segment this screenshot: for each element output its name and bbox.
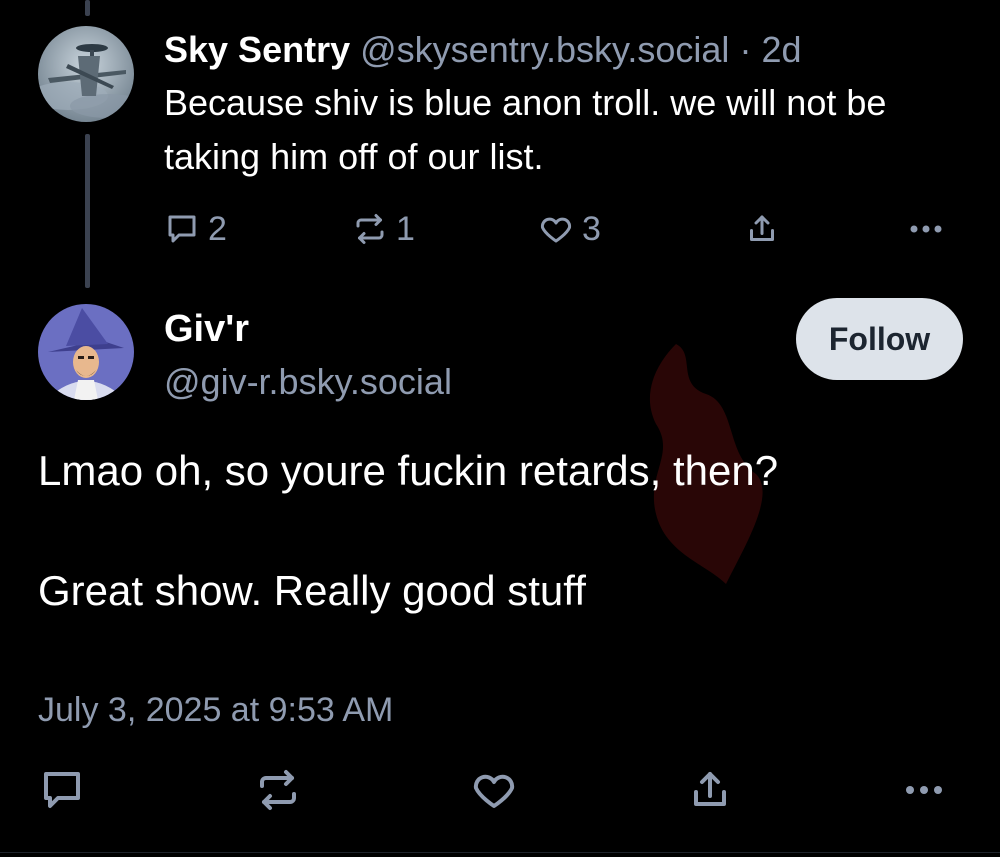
reply-action-bar: 2 1 3 [164, 204, 954, 254]
repost-icon [254, 766, 302, 814]
heart-icon [538, 211, 574, 247]
sky-sentry-avatar[interactable] [38, 26, 134, 122]
reply-repost-button[interactable]: 1 [352, 204, 415, 254]
thread-line [85, 134, 90, 288]
post-body: Lmao oh, so youre fuckin retards, then? … [38, 442, 958, 620]
ellipsis-icon [906, 211, 946, 247]
givr-avatar[interactable] [38, 304, 134, 400]
post-more-button[interactable] [900, 762, 948, 818]
post-text-line-1: Lmao oh, so youre fuckin retards, then? [38, 447, 779, 494]
post-like-button[interactable] [470, 762, 518, 818]
post-action-bar [38, 762, 958, 818]
post-repost-button[interactable] [254, 762, 302, 818]
post-text-line-2: Great show. Really good stuff [38, 567, 586, 614]
share-icon [744, 211, 780, 247]
reply-header: Sky Sentry @skysentry.bsky.social · 2d [164, 28, 964, 72]
reply-comment-count: 2 [208, 209, 227, 248]
reply-like-button[interactable]: 3 [538, 204, 601, 254]
reply-more-button[interactable] [906, 204, 946, 254]
reply-like-count: 3 [582, 209, 601, 248]
post-author-handle[interactable]: @giv-r.bsky.social [164, 360, 452, 404]
post-comment-button[interactable] [38, 762, 86, 818]
reply-repost-count: 1 [396, 209, 415, 248]
reply-comment-button[interactable]: 2 [164, 204, 227, 254]
reply-share-button[interactable] [744, 204, 780, 254]
heart-icon [470, 766, 518, 814]
comment-icon [38, 766, 86, 814]
reply-separator: · [739, 29, 752, 70]
reply-author-handle[interactable]: @skysentry.bsky.social [360, 29, 729, 70]
repost-icon [352, 211, 388, 247]
ellipsis-icon [900, 770, 948, 810]
follow-button[interactable]: Follow [796, 298, 963, 380]
post-share-button[interactable] [686, 762, 734, 818]
post-author-name[interactable]: Giv'r [164, 306, 249, 352]
divider [0, 852, 1000, 853]
thread-line-top [85, 0, 90, 16]
reply-text: Because shiv is blue anon troll. we will… [164, 82, 887, 177]
parent-reply[interactable]: Sky Sentry @skysentry.bsky.social · 2d B… [164, 28, 964, 184]
comment-icon [164, 211, 200, 247]
post-timestamp: July 3, 2025 at 9:53 AM [38, 691, 394, 729]
share-icon [686, 766, 734, 814]
reply-age: 2d [761, 29, 802, 70]
reply-author-name[interactable]: Sky Sentry [164, 29, 350, 70]
